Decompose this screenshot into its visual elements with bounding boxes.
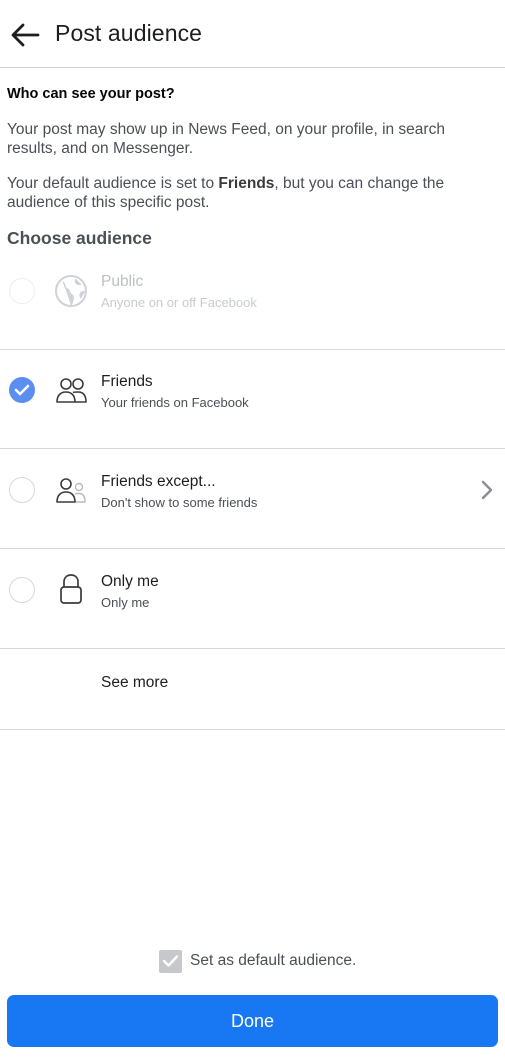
option-friends-except-title: Friends except... [101, 473, 216, 490]
default-audience-checkbox[interactable] [159, 949, 182, 973]
page-title: Post audience [55, 20, 203, 46]
option-friends-subtitle: Your friends on Facebook [101, 395, 249, 410]
globe-icon [53, 273, 89, 309]
check-icon [162, 955, 179, 967]
option-friends-except-subtitle: Don't show to some friends [101, 495, 258, 510]
default-note-prefix: Your default audience is set to [7, 175, 219, 192]
default-note-value: Friends [218, 175, 275, 192]
audience-description: Your post may show up in News Feed, on y… [7, 121, 445, 157]
done-button[interactable]: Done [7, 995, 498, 1047]
option-friends[interactable]: Friends Your friends on Facebook [0, 349, 505, 449]
back-button[interactable] [8, 18, 42, 52]
default-audience-note: Your default audience is set to Friends,… [7, 174, 499, 212]
option-only-me-title: Only me [101, 573, 159, 590]
option-public[interactable]: Public Anyone on or off Facebook [0, 250, 505, 350]
option-public-title: Public [101, 273, 144, 290]
default-audience-label: Set as default audience. [190, 952, 357, 969]
radio-only-me[interactable] [9, 577, 35, 603]
radio-friends[interactable] [9, 377, 35, 403]
audience-question: Who can see your post? [7, 86, 175, 102]
option-public-subtitle: Anyone on or off Facebook [101, 295, 257, 310]
check-icon [14, 384, 30, 396]
option-friends-except[interactable]: Friends except... Don't show to some fri… [0, 449, 505, 549]
option-only-me-subtitle: Only me [101, 595, 150, 610]
friends-except-icon [53, 472, 89, 508]
arrow-left-icon [11, 23, 40, 47]
header: Post audience [0, 0, 505, 68]
see-more-button[interactable]: See more [0, 650, 505, 730]
friends-icon [53, 372, 89, 408]
radio-friends-except[interactable] [9, 477, 35, 503]
see-more-label: See more [101, 674, 169, 691]
post-audience-screen: Post audience Who can see your post? You… [0, 0, 505, 1060]
chevron-right-icon [481, 480, 493, 500]
choose-audience-heading: Choose audience [7, 228, 152, 248]
radio-public[interactable] [9, 278, 35, 304]
option-only-me[interactable]: Only me Only me [0, 549, 505, 649]
lock-icon [53, 571, 89, 607]
set-default-audience-toggle[interactable]: Set as default audience. [159, 949, 356, 973]
option-friends-title: Friends [101, 373, 153, 390]
